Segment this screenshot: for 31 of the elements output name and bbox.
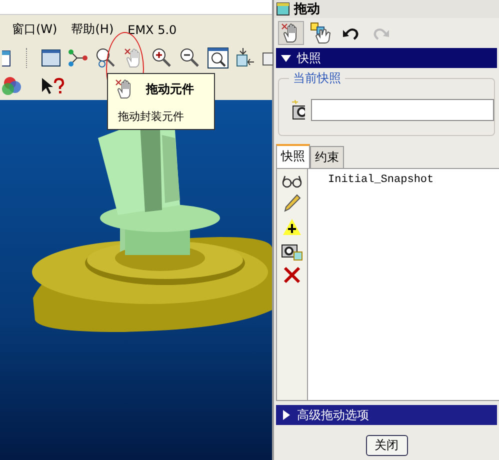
pencil-icon[interactable] [282,193,302,213]
warning-plus-icon[interactable] [282,218,302,236]
zoom-out-icon[interactable] [179,47,201,69]
box-arrow-icon[interactable] [235,47,255,69]
zoom-icon[interactable] [95,47,117,69]
delete-icon[interactable] [283,266,301,284]
window-icon [276,2,290,16]
tab[interactable]: 快照 [276,144,310,168]
window-title: 拖动 [294,1,320,18]
tooltip-description: 拖动封装元件 [118,109,184,124]
section-header[interactable]: 快照 [276,48,497,68]
tab[interactable]: 约束 [310,146,344,168]
menu-item[interactable]: 窗口(W) [12,21,58,38]
node-icon[interactable] [67,48,89,68]
window-icon[interactable] [41,48,61,68]
help-pointer-icon[interactable] [40,76,66,96]
tooltip-title: 拖动元件 [146,81,194,98]
zoom-window-icon[interactable] [207,47,229,69]
document-icon[interactable] [2,48,12,68]
input-field[interactable] [311,99,494,121]
menu-item[interactable]: 帮助(H) [71,21,114,38]
camera-icon[interactable] [291,99,305,121]
group-title: 当前快照 [289,70,345,87]
list-item[interactable]: Initial_Snapshot [328,174,499,186]
hand-icon[interactable] [310,22,332,44]
zoom-in-icon[interactable] [151,47,173,69]
close-button[interactable]: 关闭 [366,435,408,456]
glasses-icon[interactable] [281,174,303,188]
color-wheel-icon[interactable] [2,76,22,96]
menu-item[interactable]: EMX 5.0 [128,22,177,36]
section-header[interactable]: 高级拖动选项 [276,405,497,425]
